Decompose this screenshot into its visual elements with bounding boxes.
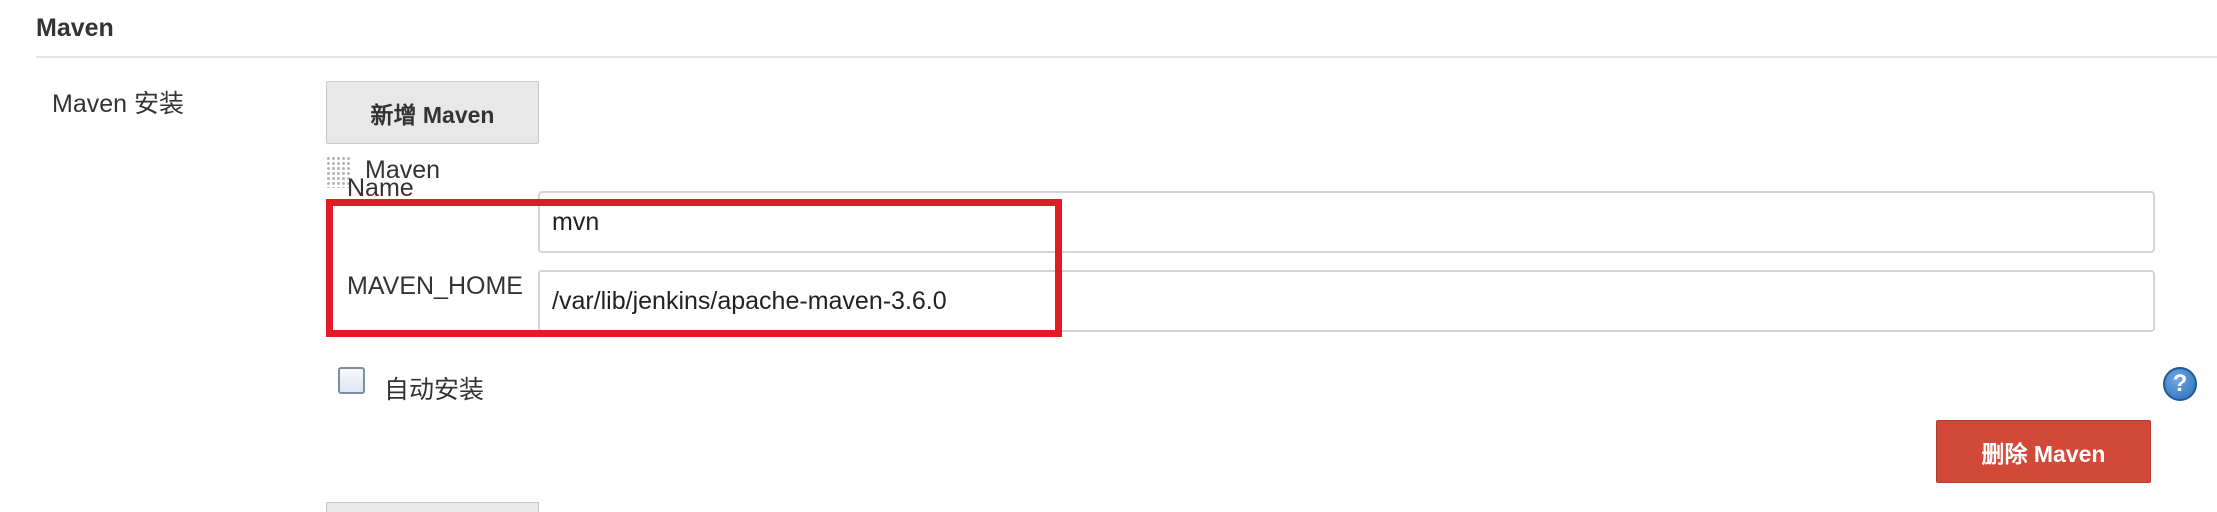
delete-maven-button[interactable]: 删除 Maven bbox=[1936, 420, 2151, 483]
help-question-icon[interactable]: ? bbox=[2163, 367, 2197, 401]
name-field-label: Name bbox=[347, 174, 414, 202]
maven-installations-label: Maven 安装 bbox=[52, 90, 184, 118]
next-add-button-partial[interactable] bbox=[326, 502, 539, 512]
add-maven-button[interactable]: 新增 Maven bbox=[326, 81, 539, 144]
maven-home-input[interactable] bbox=[538, 270, 2155, 332]
maven-home-field-label: MAVEN_HOME bbox=[347, 272, 523, 300]
section-divider bbox=[36, 56, 2217, 58]
auto-install-checkbox[interactable] bbox=[338, 367, 365, 394]
section-title: Maven bbox=[36, 14, 114, 42]
auto-install-label: 自动安装 bbox=[384, 376, 485, 404]
name-input[interactable] bbox=[538, 191, 2155, 253]
